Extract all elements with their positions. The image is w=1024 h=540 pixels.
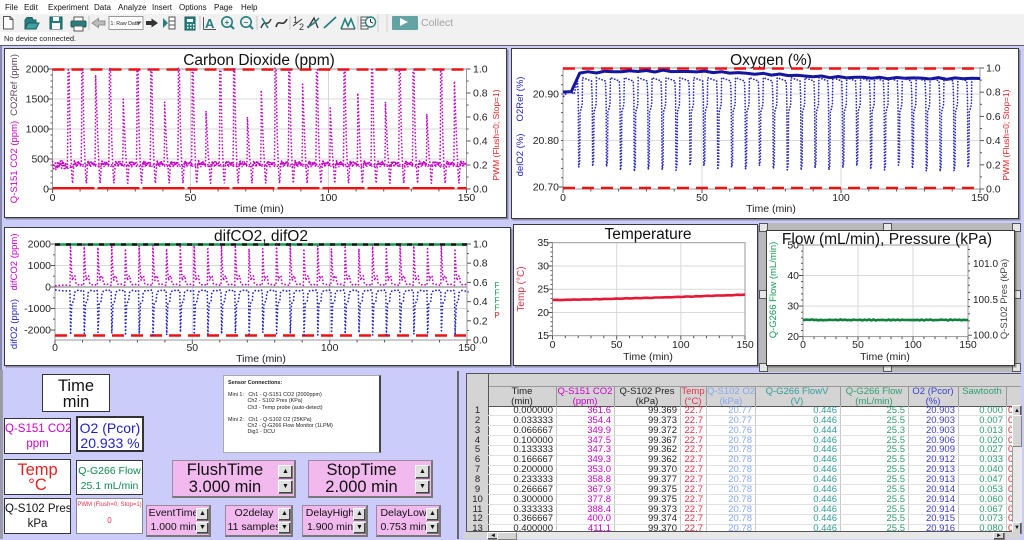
svg-text:100: 100 bbox=[320, 192, 338, 204]
svg-text:delO2 (%): delO2 (%) bbox=[515, 134, 526, 177]
svg-text:Time (min): Time (min) bbox=[746, 203, 796, 215]
svg-text:50: 50 bbox=[186, 342, 198, 354]
svg-text:2000: 2000 bbox=[28, 239, 52, 251]
svg-text:20.90: 20.90 bbox=[533, 89, 559, 101]
svg-text:15: 15 bbox=[537, 330, 549, 342]
svg-text:2: 2 bbox=[299, 22, 304, 32]
svg-text:difCO2 (ppm): difCO2 (ppm) bbox=[9, 233, 20, 290]
svg-text:1500: 1500 bbox=[26, 94, 50, 106]
svg-text:difO2 (ppm): difO2 (ppm) bbox=[9, 299, 20, 349]
svg-text:20: 20 bbox=[787, 331, 799, 343]
svg-text:150: 150 bbox=[971, 192, 989, 204]
svg-text:Time (min): Time (min) bbox=[236, 353, 286, 365]
svg-text:100: 100 bbox=[832, 192, 850, 204]
svg-text:0.4: 0.4 bbox=[986, 135, 1001, 147]
svg-text:0.2: 0.2 bbox=[473, 315, 488, 327]
svg-text:100: 100 bbox=[672, 339, 690, 351]
svg-text:0: 0 bbox=[800, 339, 806, 351]
svg-text:0.8: 0.8 bbox=[473, 258, 488, 270]
svg-text:0: 0 bbox=[52, 342, 58, 354]
svg-text:difCO2, difO2: difCO2, difO2 bbox=[214, 228, 308, 245]
svg-text:Q-G266 Flow (mL/min): Q-G266 Flow (mL/min) bbox=[768, 242, 779, 339]
svg-text:P: P bbox=[494, 311, 499, 320]
svg-text:0: 0 bbox=[560, 192, 566, 204]
svg-text:500: 500 bbox=[31, 154, 49, 166]
svg-text:Temp (°C): Temp (°C) bbox=[516, 266, 527, 311]
svg-text:50: 50 bbox=[852, 339, 864, 351]
svg-text:101.0: 101.0 bbox=[973, 259, 998, 270]
svg-text:50: 50 bbox=[611, 339, 623, 351]
svg-text:150: 150 bbox=[458, 342, 476, 354]
svg-text:CO2Ref (ppm): CO2Ref (ppm) bbox=[9, 54, 20, 116]
svg-text:1.0: 1.0 bbox=[986, 63, 1001, 75]
svg-text:Oxygen (%): Oxygen (%) bbox=[730, 52, 812, 69]
svg-text:+: + bbox=[225, 18, 230, 27]
svg-text:0.4: 0.4 bbox=[473, 136, 488, 148]
svg-text:100.0: 100.0 bbox=[973, 331, 998, 342]
svg-text:20: 20 bbox=[537, 307, 549, 319]
svg-text:Time (min): Time (min) bbox=[234, 203, 284, 215]
svg-text:-1000: -1000 bbox=[24, 303, 51, 315]
svg-text:−: − bbox=[244, 18, 249, 27]
svg-text:1: Raw Data: 1: Raw Data bbox=[111, 21, 140, 27]
svg-text:0.6: 0.6 bbox=[473, 112, 488, 124]
svg-text:Carbon Dioxide (ppm): Carbon Dioxide (ppm) bbox=[183, 52, 335, 69]
svg-text:50: 50 bbox=[696, 192, 708, 204]
svg-text:PWM (Flush=0; Stop=1): PWM (Flush=0; Stop=1) bbox=[491, 89, 501, 180]
svg-text:25: 25 bbox=[537, 284, 549, 296]
svg-text:0.2: 0.2 bbox=[986, 159, 1001, 171]
svg-text:Q-S102 Pres (kPa): Q-S102 Pres (kPa) bbox=[999, 259, 1010, 339]
svg-text:1.0: 1.0 bbox=[473, 64, 488, 76]
svg-text:0: 0 bbox=[45, 282, 51, 294]
svg-text:1000: 1000 bbox=[26, 124, 50, 136]
svg-text:30: 30 bbox=[537, 261, 549, 273]
svg-text:30: 30 bbox=[787, 301, 799, 313]
svg-text:-2000: -2000 bbox=[24, 325, 51, 337]
svg-text:1000: 1000 bbox=[28, 260, 52, 272]
svg-text:20.70: 20.70 bbox=[533, 182, 559, 194]
svg-text:20.80: 20.80 bbox=[533, 135, 559, 147]
svg-text:0.8: 0.8 bbox=[473, 88, 488, 100]
svg-text:Temperature: Temperature bbox=[604, 226, 691, 243]
svg-text:100: 100 bbox=[321, 342, 339, 354]
svg-text:PWM (Flush=0; Stop=1): PWM (Flush=0; Stop=1) bbox=[1001, 89, 1011, 180]
svg-text:0.8: 0.8 bbox=[986, 87, 1001, 99]
svg-text:0: 0 bbox=[550, 339, 556, 351]
svg-text:150: 150 bbox=[959, 339, 977, 351]
svg-text:Time (min): Time (min) bbox=[860, 351, 910, 363]
svg-text:0.2: 0.2 bbox=[473, 160, 488, 172]
svg-text:0.4: 0.4 bbox=[473, 296, 488, 308]
svg-text:O2Ref (%): O2Ref (%) bbox=[515, 77, 526, 122]
svg-text:40: 40 bbox=[787, 270, 799, 282]
svg-text:150: 150 bbox=[736, 339, 754, 351]
svg-text:0: 0 bbox=[50, 192, 56, 204]
svg-text:35: 35 bbox=[537, 237, 549, 249]
svg-text:A: A bbox=[205, 16, 215, 31]
svg-text:Q-S151 CO2 (ppm): Q-S151 CO2 (ppm) bbox=[9, 121, 20, 203]
svg-text:100.5: 100.5 bbox=[973, 295, 998, 306]
svg-text:Time (min): Time (min) bbox=[623, 351, 673, 363]
svg-text:100: 100 bbox=[904, 339, 922, 351]
svg-text:50: 50 bbox=[185, 192, 197, 204]
svg-text:0.6: 0.6 bbox=[473, 277, 488, 289]
svg-text:0: 0 bbox=[43, 184, 49, 196]
svg-text:150: 150 bbox=[458, 192, 476, 204]
svg-text:1.0: 1.0 bbox=[473, 239, 488, 251]
svg-text:Flow (mL/min), Pressure (kPa): Flow (mL/min), Pressure (kPa) bbox=[782, 231, 992, 248]
svg-text:0.6: 0.6 bbox=[986, 111, 1001, 123]
svg-text:2000: 2000 bbox=[26, 64, 50, 76]
